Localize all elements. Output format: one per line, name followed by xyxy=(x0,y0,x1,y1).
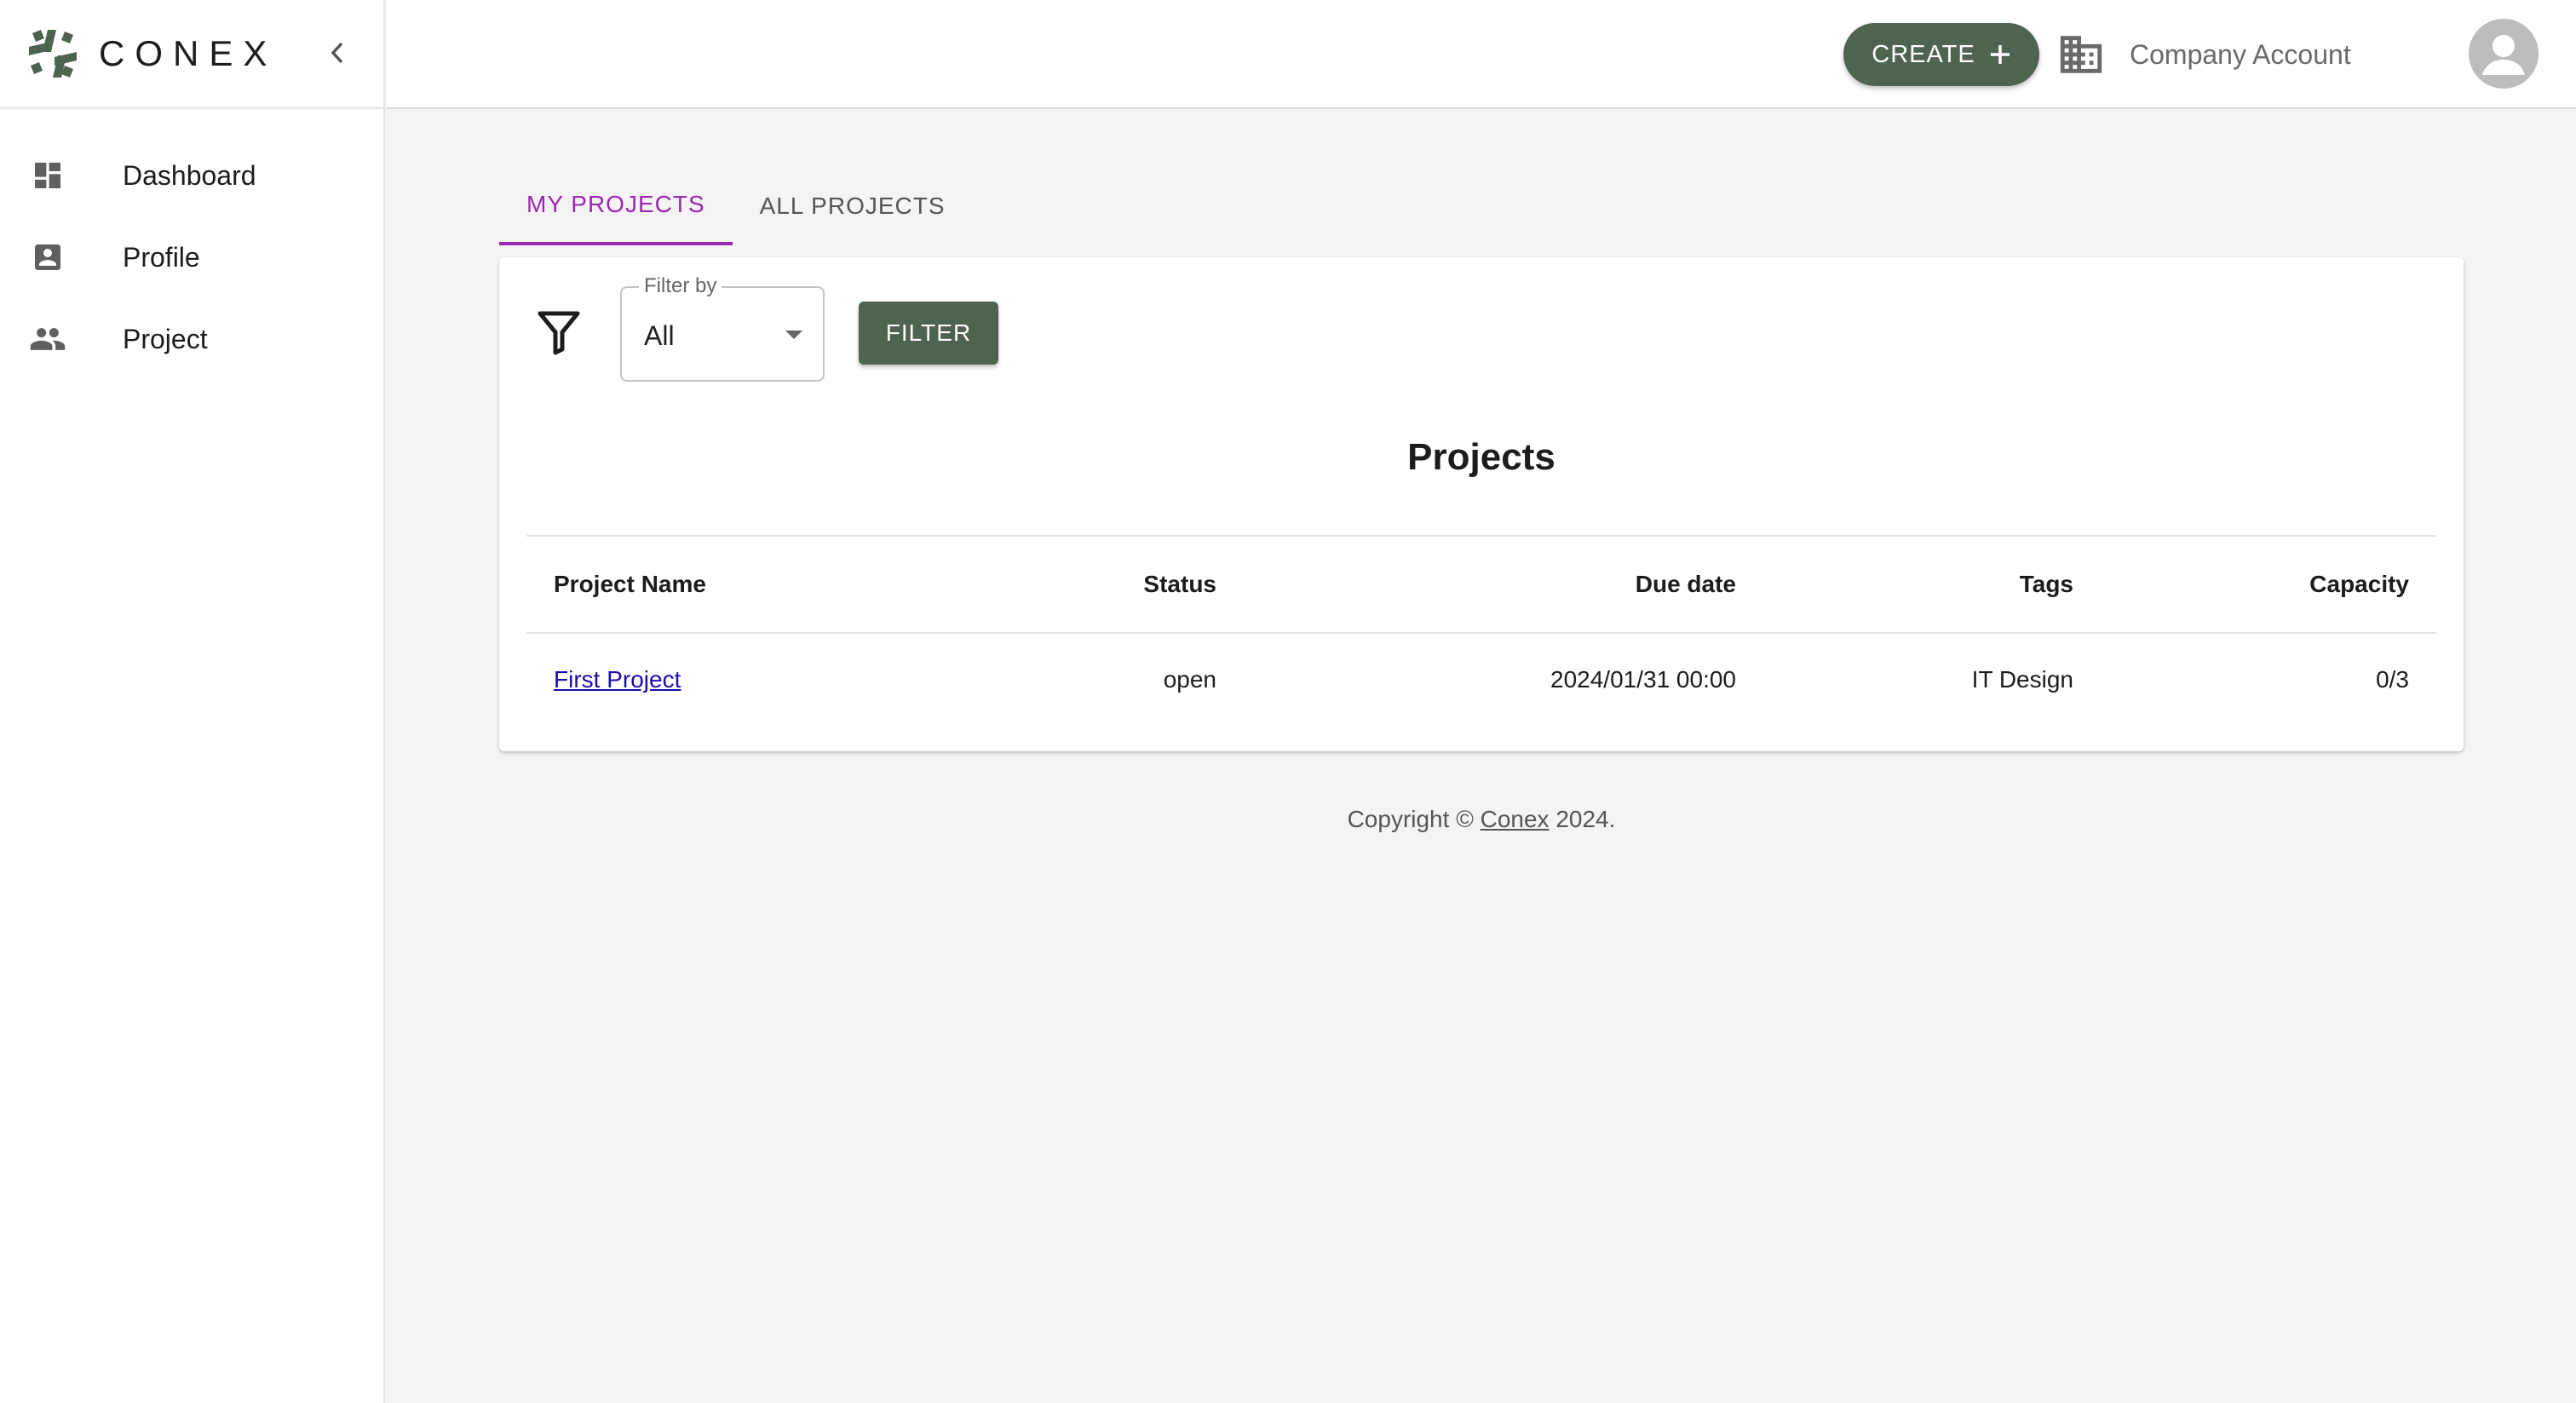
chevron-left-icon xyxy=(331,42,343,64)
create-button-label: CREATE xyxy=(1872,40,1975,68)
copyright-prefix: Copyright © xyxy=(1347,806,1474,832)
filter-by-select[interactable]: Filter by All xyxy=(620,274,825,382)
top-app-bar: CREATE Company Account xyxy=(387,0,2576,109)
table-header-row: Project Name Status Due date Tags Capaci… xyxy=(526,535,2436,634)
people-icon xyxy=(29,320,66,358)
column-header-project-name[interactable]: Project Name xyxy=(526,535,952,634)
sidebar-item-project[interactable]: Project xyxy=(0,298,383,380)
table-row: First Project open 2024/01/31 00:00 IT D… xyxy=(526,633,2436,725)
project-tags-cell: IT Design xyxy=(1971,665,2073,693)
column-header-due-date[interactable]: Due date xyxy=(1244,535,1763,634)
filter-by-value: All xyxy=(644,320,675,351)
column-header-status[interactable]: Status xyxy=(952,535,1244,634)
sidebar-item-label: Project xyxy=(123,323,208,354)
filter-button[interactable]: FILTER xyxy=(859,302,998,365)
dashboard-icon xyxy=(29,157,66,194)
column-header-capacity[interactable]: Capacity xyxy=(2101,535,2436,634)
profile-icon xyxy=(29,239,66,276)
sidebar-nav: Dashboard Profile Project xyxy=(0,109,383,380)
user-avatar[interactable] xyxy=(2469,19,2539,89)
conex-link[interactable]: Conex xyxy=(1481,806,1550,832)
building-icon xyxy=(2060,36,2102,73)
projects-table: Project Name Status Due date Tags Capaci… xyxy=(526,535,2436,725)
sidebar-item-label: Profile xyxy=(123,241,200,273)
conex-logo-icon xyxy=(29,30,77,78)
project-tabs: MY PROJECTS ALL PROJECTS xyxy=(499,167,973,245)
project-due-date-cell: 2024/01/31 00:00 xyxy=(1550,665,1736,693)
collapse-sidebar-button[interactable] xyxy=(320,34,354,72)
projects-card: Filter by All FILTER Projects Project Na… xyxy=(499,257,2464,751)
filter-icon xyxy=(538,311,580,355)
brand-name: CONEX xyxy=(99,33,278,73)
project-status-cell: open xyxy=(1163,665,1216,693)
sidebar: CONEX Dashboard Profile Project xyxy=(0,0,385,1403)
company-account-label: Company Account xyxy=(2130,38,2351,70)
sidebar-item-dashboard[interactable]: Dashboard xyxy=(0,135,383,216)
company-account-button[interactable]: Company Account xyxy=(2055,26,2351,83)
sidebar-item-label: Dashboard xyxy=(123,159,256,191)
project-capacity-cell: 0/3 xyxy=(2376,665,2409,693)
tab-my-projects[interactable]: MY PROJECTS xyxy=(499,167,733,245)
column-header-tags[interactable]: Tags xyxy=(1763,535,2101,634)
account-circle-icon xyxy=(2482,35,2525,75)
filter-by-label: Filter by xyxy=(639,274,722,298)
sidebar-item-profile[interactable]: Profile xyxy=(0,216,383,298)
brand-header: CONEX xyxy=(0,0,383,109)
footer-copyright: Copyright © Conex 2024. xyxy=(387,806,2576,833)
create-button[interactable]: CREATE xyxy=(1843,23,2039,86)
caret-down-icon xyxy=(785,331,802,339)
copyright-year: 2024. xyxy=(1555,806,1616,832)
plus-icon xyxy=(1990,45,2010,64)
tab-all-projects[interactable]: ALL PROJECTS xyxy=(733,167,973,245)
project-name-link[interactable]: First Project xyxy=(554,666,681,693)
projects-table-title: Projects xyxy=(1407,436,1555,478)
